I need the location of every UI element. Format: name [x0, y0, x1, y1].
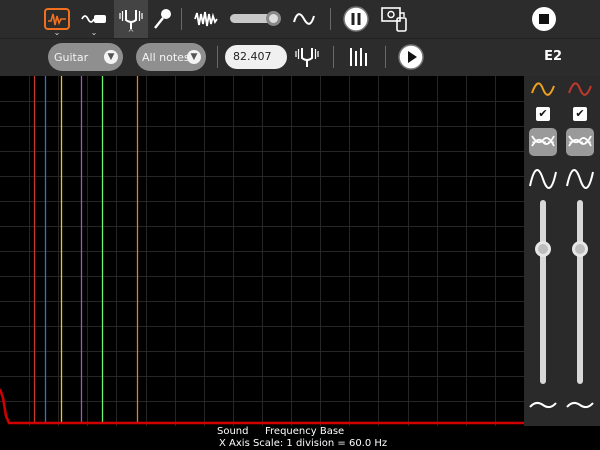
harmonics-button[interactable]: [346, 39, 372, 75]
toolbar-divider: [333, 46, 334, 68]
screenshot-button[interactable]: [378, 0, 410, 38]
play-icon: [398, 44, 424, 70]
tuning-fork-button[interactable]: [292, 39, 322, 75]
channel-side-panel: ✔ ✔: [524, 76, 600, 426]
channel-2-filter-button[interactable]: [566, 128, 594, 156]
channel-1-volume-track: [540, 200, 546, 384]
wave-filter-icon: [531, 135, 555, 147]
main-toolbar: ⌄ ⌄ ^: [0, 0, 600, 38]
sine-wave-icon[interactable]: [530, 78, 556, 100]
pause-icon: [343, 6, 369, 32]
toolbar-divider: [181, 8, 182, 30]
screenshot-icon: [381, 7, 407, 32]
sine-wave-icon[interactable]: [567, 78, 593, 100]
tuning-fork-button[interactable]: ^: [114, 0, 148, 38]
slider-thumb[interactable]: [266, 11, 281, 26]
spectrum-plot: [0, 76, 524, 426]
toolbar-divider: [217, 46, 218, 68]
plot-footer: Sound Frequency Base X Axis Scale: 1 div…: [0, 426, 600, 450]
toolbar-divider: [385, 46, 386, 68]
microphone-icon: [154, 9, 171, 29]
frequency-base-label: Frequency Base: [265, 426, 345, 437]
play-button[interactable]: [396, 39, 426, 75]
channel-1-controls: ✔: [524, 76, 562, 426]
plot-canvas: [0, 76, 524, 426]
channel-1-filter-button[interactable]: [529, 128, 557, 156]
x-axis-scale-label: X Axis Scale: 1 division = 60.0 Hz: [219, 438, 388, 449]
oscilloscope-button[interactable]: ⌄: [42, 0, 72, 38]
channel-2-controls: ✔: [562, 76, 600, 426]
tilde-wave-icon[interactable]: [566, 399, 594, 411]
instrument-select-value: Guitar: [54, 50, 89, 64]
channel-2-checkbox[interactable]: ✔: [573, 107, 587, 121]
stop-button[interactable]: [530, 0, 558, 38]
tuner-toolbar: Guitar ▼ All notes ▼ 82.407 E2: [0, 38, 600, 76]
notes-select[interactable]: All notes ▼: [136, 43, 206, 71]
chevron-down-icon: ▼: [104, 50, 118, 64]
sensor-probe-icon: [81, 15, 106, 23]
chevron-down-icon: ⌄: [90, 28, 98, 37]
tuning-fork-icon: [295, 48, 319, 67]
channel-2-volume-thumb[interactable]: [572, 241, 588, 257]
oscilloscope-icon: [44, 8, 70, 30]
detected-note-label: E2: [544, 49, 562, 64]
microphone-button[interactable]: [150, 0, 174, 38]
sine-wave-icon[interactable]: [528, 164, 558, 194]
wave-filter-icon: [568, 135, 592, 147]
chevron-down-icon: ⌄: [53, 28, 61, 37]
notes-select-value: All notes: [142, 50, 190, 64]
sine-wave-icon: [293, 13, 315, 25]
channel-1-volume-thumb[interactable]: [535, 241, 551, 257]
channel-2-volume-track: [577, 200, 583, 384]
tilde-wave-icon[interactable]: [529, 399, 557, 411]
sound-label: Sound: [217, 426, 249, 437]
chevron-up-icon: ^: [127, 28, 135, 37]
sine-wave-button[interactable]: [291, 0, 317, 38]
zoom-slider[interactable]: [228, 0, 286, 38]
stop-icon: [532, 7, 556, 31]
waveform-button[interactable]: [193, 0, 219, 38]
sensor-button[interactable]: ⌄: [78, 0, 110, 38]
tuning-fork-icon: [119, 10, 143, 29]
harmonics-icon: [350, 48, 367, 66]
waveform-icon: [194, 11, 218, 27]
pause-button[interactable]: [341, 0, 371, 38]
sine-wave-icon[interactable]: [565, 164, 595, 194]
toolbar-divider: [330, 8, 331, 30]
instrument-select[interactable]: Guitar ▼: [48, 43, 123, 71]
chevron-down-icon: ▼: [187, 50, 201, 64]
frequency-field[interactable]: 82.407: [225, 45, 287, 69]
channel-1-checkbox[interactable]: ✔: [536, 107, 550, 121]
